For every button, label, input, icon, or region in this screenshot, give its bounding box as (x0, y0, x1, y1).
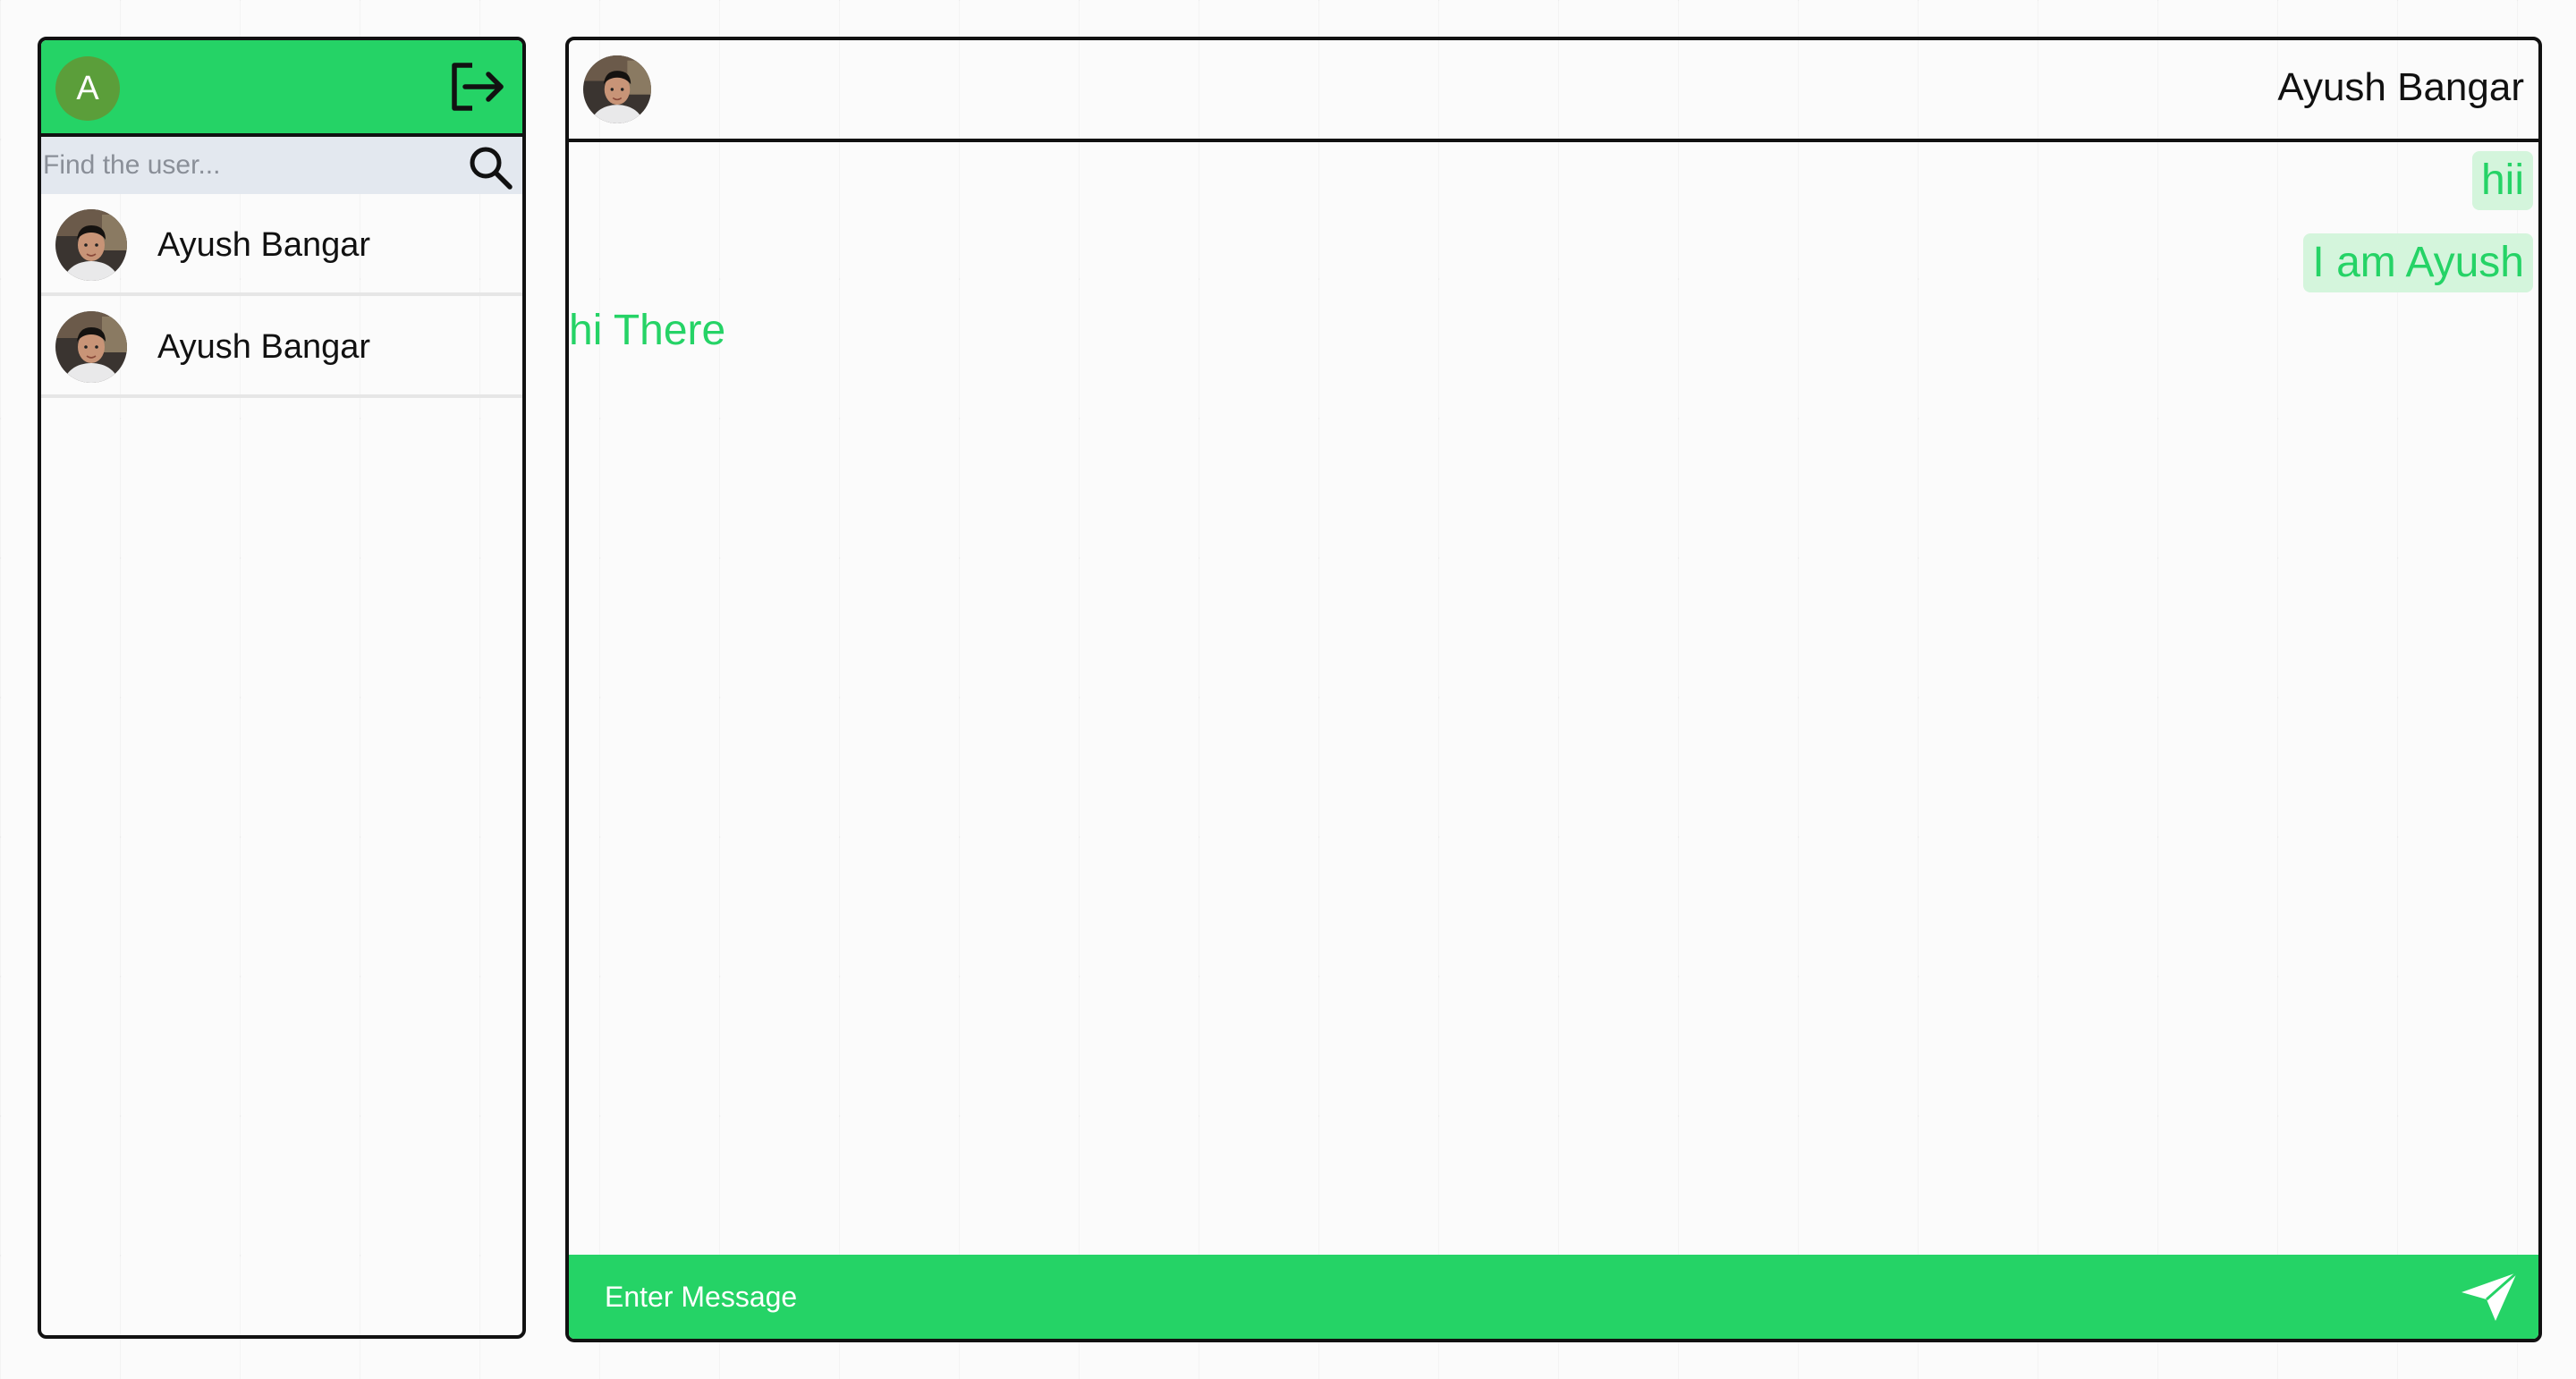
current-user-avatar[interactable]: A (55, 56, 120, 121)
message-outgoing: hii (2471, 151, 2533, 210)
logout-button[interactable] (449, 60, 506, 114)
sidebar: A Ayush Bangar (38, 37, 526, 1339)
chat-contact-name: Ayush Bangar (2277, 65, 2524, 109)
user-list-item[interactable]: Ayush Bangar (41, 194, 522, 296)
user-list-item[interactable]: Ayush Bangar (41, 296, 522, 398)
send-icon (2462, 1271, 2518, 1321)
message-input[interactable] (605, 1255, 2394, 1339)
search-input[interactable] (41, 137, 462, 194)
contact-photo (55, 209, 127, 281)
message-incoming: hi There (569, 307, 726, 354)
message-composer (569, 1255, 2538, 1339)
search-button[interactable] (467, 144, 513, 190)
user-name: Ayush Bangar (157, 328, 371, 366)
contact-photo (55, 311, 127, 383)
search-bar (41, 137, 522, 194)
message-list: hii I am Ayush hi There (569, 142, 2538, 1258)
chat-panel: Ayush Bangar hii I am Ayush hi There (565, 37, 2542, 1342)
user-name: Ayush Bangar (157, 226, 371, 264)
send-button[interactable] (2460, 1271, 2519, 1323)
logout-icon (452, 63, 504, 111)
chat-header: Ayush Bangar (569, 40, 2538, 142)
search-icon (470, 147, 513, 190)
message-outgoing: I am Ayush (2303, 233, 2533, 292)
user-list: Ayush Bangar Ayush Bangar (41, 194, 522, 398)
chat-contact-photo[interactable] (583, 55, 651, 123)
sidebar-header: A (41, 40, 522, 137)
